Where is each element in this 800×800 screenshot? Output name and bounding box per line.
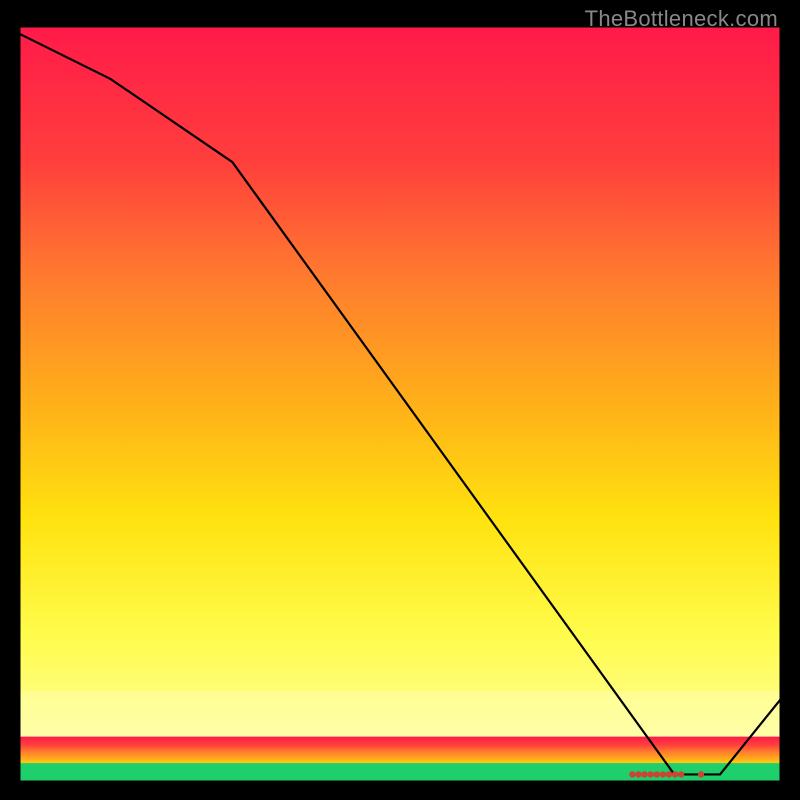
dot (641, 771, 647, 777)
watermark-label: TheBottleneck.com (585, 6, 778, 32)
dot (660, 771, 666, 777)
dot (654, 771, 660, 777)
dot (635, 771, 641, 777)
chart-container: TheBottleneck.com (0, 0, 800, 800)
dot (678, 771, 684, 777)
chart-svg (0, 0, 800, 800)
dot (666, 771, 672, 777)
dot (647, 771, 653, 777)
dot (629, 771, 635, 777)
plot-background (19, 26, 781, 782)
soft-light-band (19, 691, 781, 736)
dot (672, 771, 678, 777)
dot (698, 771, 704, 777)
